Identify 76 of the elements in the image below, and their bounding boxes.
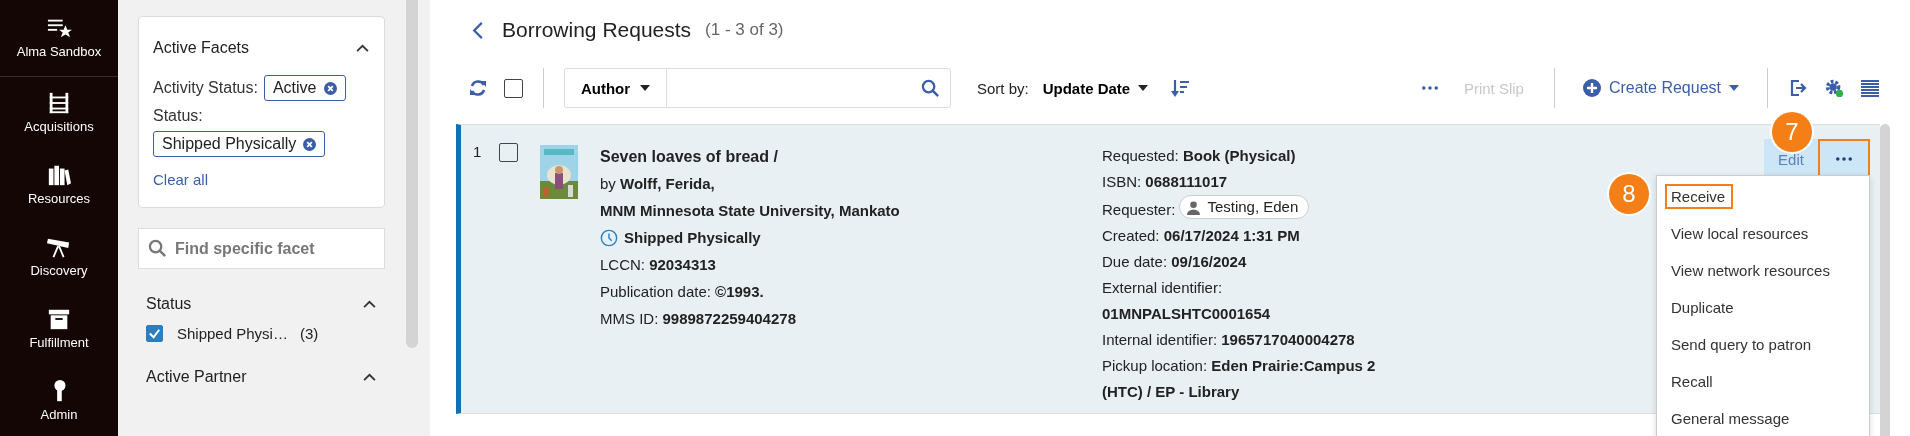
collapse-icon[interactable] (355, 43, 370, 53)
facet-chip[interactable]: Active (263, 75, 346, 101)
remove-icon[interactable] (323, 81, 337, 95)
facet-option: Shipped Physi… (177, 325, 288, 342)
menu-item[interactable]: Duplicate (1665, 295, 1742, 320)
field-line: LCCN: 92034313 (600, 255, 717, 275)
facet-count: (3) (299, 325, 319, 342)
menu-item[interactable]: Receive (1665, 184, 1734, 209)
nav-item[interactable]: Discovery (0, 220, 118, 293)
author-line: by Wolff, Ferida, (600, 174, 716, 194)
field-line: Internal identifier: 1965717040004278 (1102, 329, 1355, 350)
menu-item[interactable]: View network resources (1665, 258, 1838, 283)
field-line: Pickup location: Eden Prairie:Campus 2 (HTC) / EP - Library (1102, 355, 1377, 402)
sort-order-icon[interactable] (1170, 78, 1191, 98)
step-tooltip: 7 (1772, 112, 1812, 152)
facet-search-field[interactable]: Find specific facet (138, 228, 385, 269)
library-name: MNM Minnesota State University, Mankato (600, 201, 901, 221)
nav-item[interactable]: Admin (0, 364, 118, 436)
refresh-icon[interactable] (468, 78, 488, 98)
row-number: 1 (473, 143, 483, 160)
plus-icon (1582, 79, 1601, 97)
field-line: MMS ID: 9989872259404278 (600, 309, 797, 329)
settings-icon[interactable] (1824, 78, 1844, 98)
sort-label: Sort by: (977, 79, 1029, 97)
collapse-icon[interactable] (362, 372, 377, 382)
facet-section-title: Status (146, 295, 192, 313)
field-line: Created: 06/17/2024 1:31 PM (1102, 225, 1300, 246)
select-all-checkbox[interactable] (504, 78, 523, 98)
collapse-icon[interactable] (362, 299, 377, 309)
facet-label: Status: (153, 107, 203, 125)
search-icon[interactable] (921, 78, 940, 98)
back-icon[interactable] (472, 20, 484, 40)
clock-icon (600, 228, 618, 247)
nav-item[interactable]: Resources (0, 148, 118, 221)
menu-item[interactable]: View local resources (1665, 221, 1817, 246)
nav-item[interactable]: Fulfillment (0, 292, 118, 365)
sort-dropdown[interactable]: Update Date (1036, 78, 1155, 98)
menu-item[interactable]: Recall (1665, 369, 1721, 394)
status-text: Shipped Physically (624, 228, 761, 248)
caret-icon (1729, 85, 1739, 91)
scrollbar[interactable] (406, 0, 418, 348)
person-icon (1186, 199, 1202, 215)
page-title: Borrowing Requests (502, 18, 692, 42)
step-badge: 8 (1609, 174, 1649, 214)
search-field[interactable] (666, 68, 951, 108)
export-icon[interactable] (1788, 78, 1808, 98)
create-request-button[interactable]: Create Request (1574, 79, 1747, 97)
field-line: Requested: Book (Physical) (1102, 146, 1296, 166)
caret-icon (1138, 85, 1149, 91)
scrollbar[interactable] (1880, 124, 1890, 436)
menu-item[interactable]: General message (1665, 406, 1798, 431)
active-facets-title: Active Facets (153, 39, 250, 57)
result-count: (1 - 3 of 3) (705, 20, 784, 40)
list-view-icon[interactable] (1860, 78, 1880, 98)
row-checkbox[interactable] (499, 143, 518, 162)
menu-item[interactable]: Send query to patron (1665, 332, 1820, 357)
search-icon (148, 239, 167, 258)
remove-icon[interactable] (303, 137, 317, 151)
clear-all-link[interactable]: Clear all (153, 171, 209, 188)
field-line: Publication date: ©1993. (600, 282, 765, 302)
item-title[interactable]: Seven loaves of bread / (600, 143, 1102, 170)
facet-chip[interactable]: Shipped Physically (153, 131, 326, 157)
facet-section-title: Active Partner (146, 368, 247, 386)
checkbox[interactable] (146, 325, 163, 342)
field-label: External identifier: (1102, 277, 1223, 298)
requester-chip[interactable]: Testing, Eden (1179, 195, 1310, 219)
more-icon[interactable] (1421, 86, 1438, 90)
facet-label: Activity Status: (153, 79, 258, 97)
field-label: Requester: (1102, 200, 1176, 218)
nav-item[interactable]: Acquisitions (0, 76, 118, 149)
field-line: Due date: 09/16/2024 (1102, 251, 1247, 272)
search-by-dropdown[interactable]: Author (564, 68, 667, 108)
field-line: ISBN: 0688111017 (1102, 172, 1228, 192)
caret-icon (640, 85, 651, 91)
field-value: 01MNPALSHTC0001654 (1102, 303, 1271, 324)
more-icon (1836, 157, 1852, 161)
